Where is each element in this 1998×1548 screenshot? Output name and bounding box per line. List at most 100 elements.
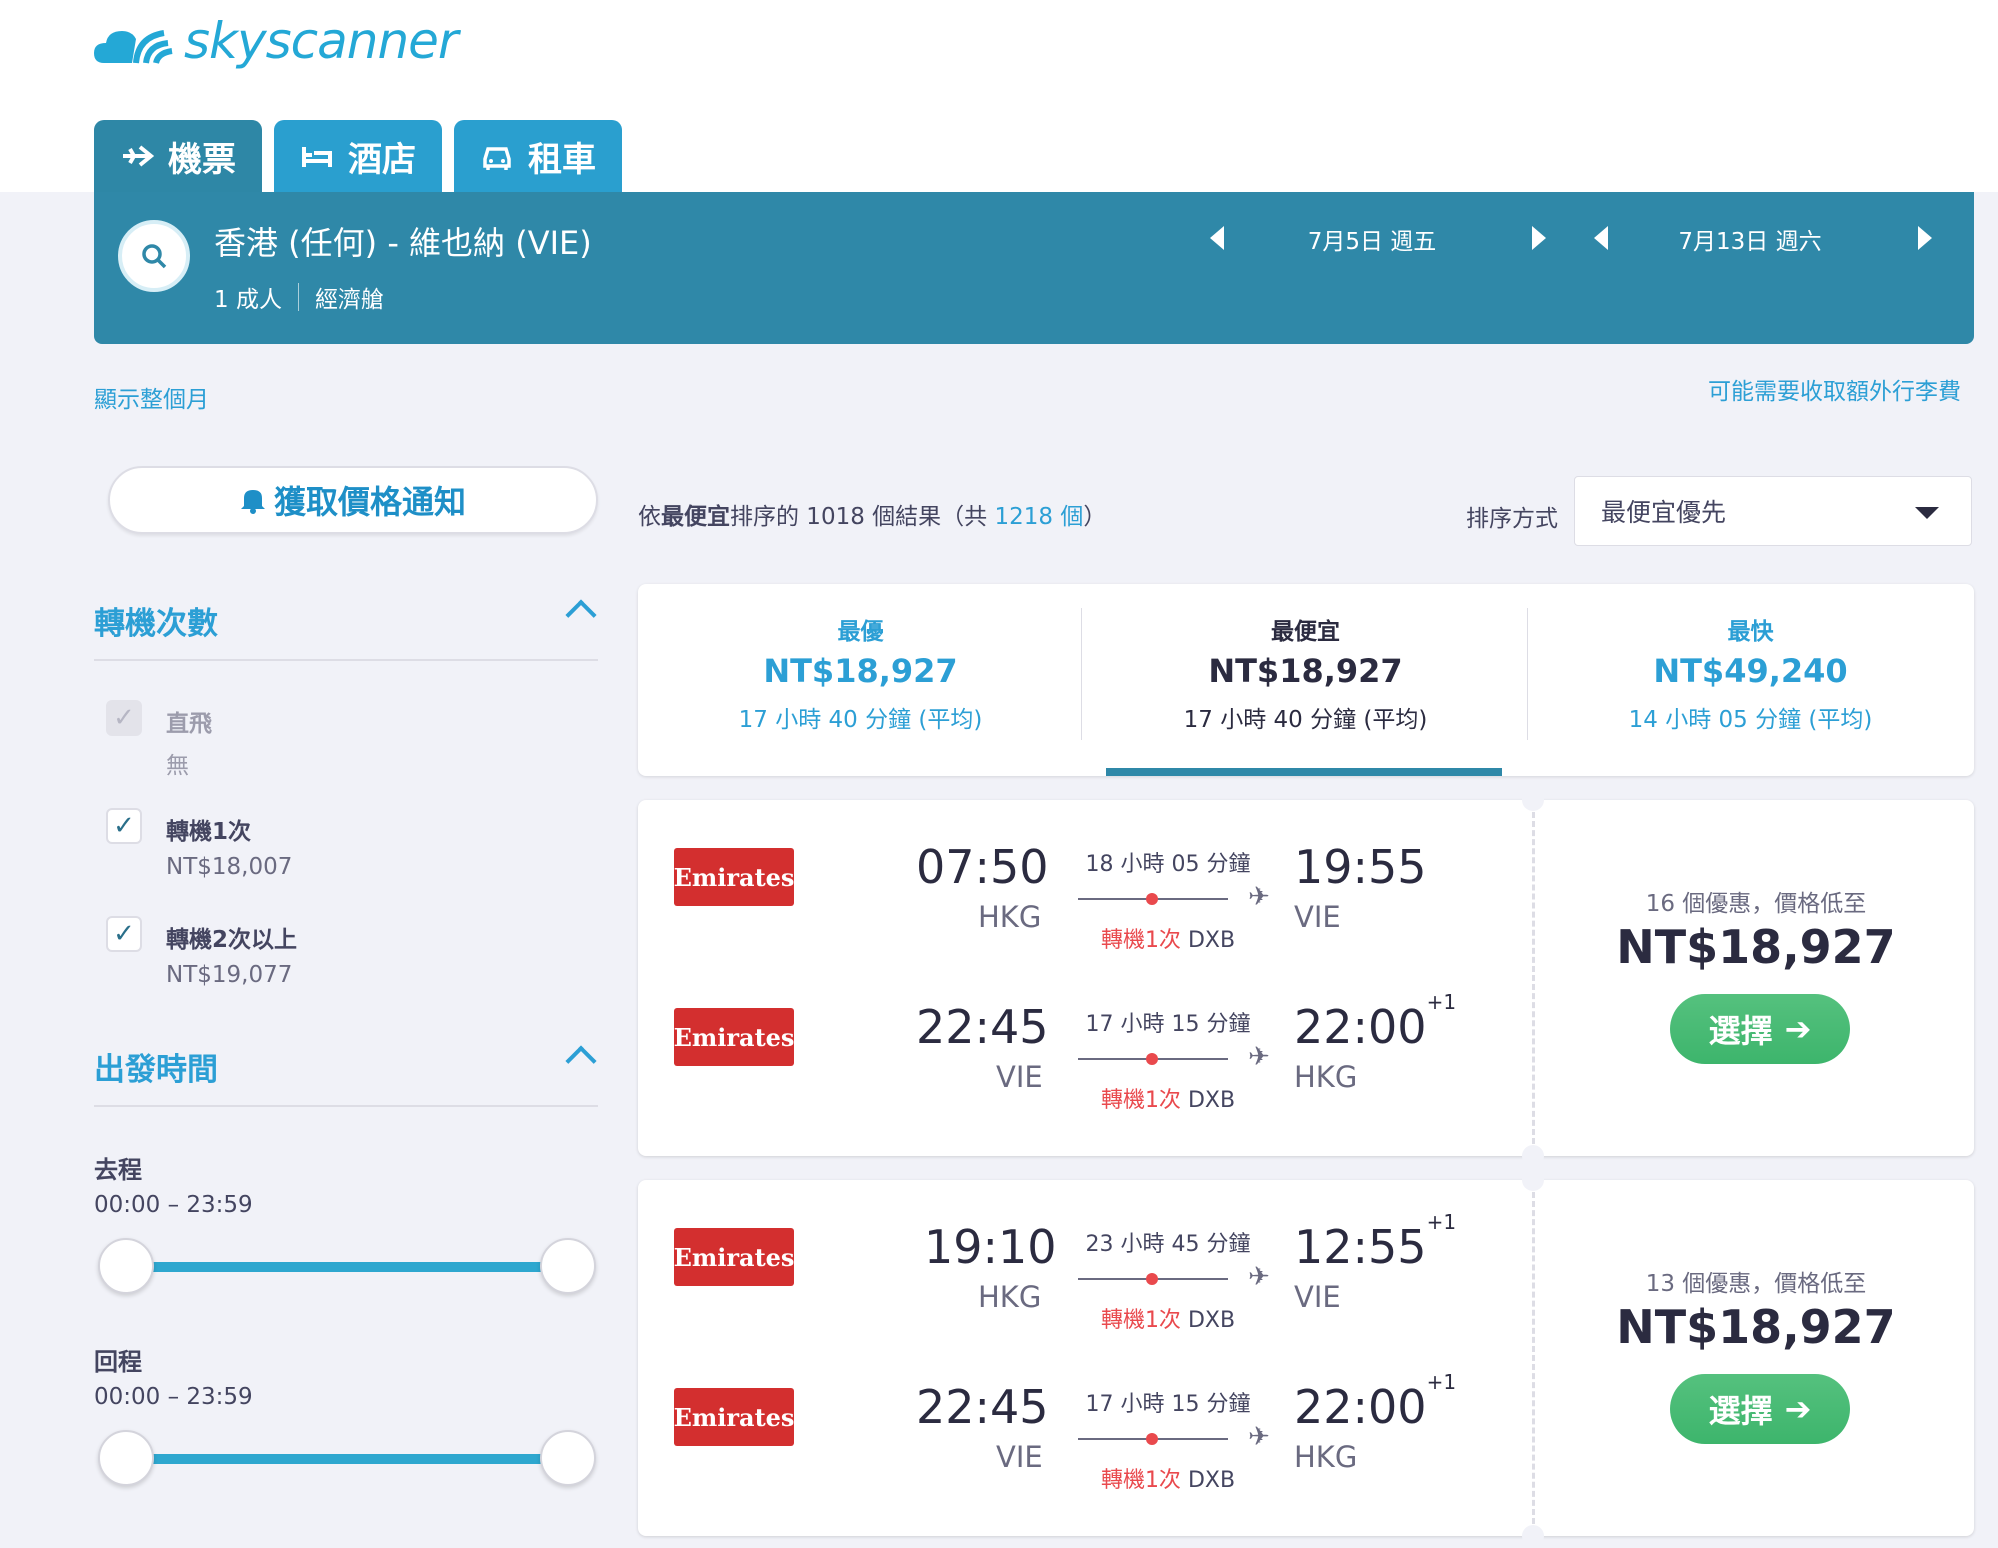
select-button[interactable]: 選擇 ➔ — [1670, 1374, 1850, 1444]
price-alert-button[interactable]: 獲取價格通知 — [108, 466, 598, 534]
itinerary-card[interactable]: Emirates 19:10 HKG 23 小時 45 分鐘 ✈ 轉機1次 DX… — [638, 1169, 1974, 1547]
departure-airport: HKG — [978, 1280, 1042, 1314]
search-summary-bar: 香港 (任何) - 維也納 (VIE) 1 成人 經濟艙 7月5日 週五 7月1… — [94, 192, 1974, 344]
flight-duration: 17 小時 15 分鐘 — [1085, 1392, 1251, 1417]
airline-logo: Emirates — [674, 1388, 794, 1446]
car-icon — [483, 147, 511, 170]
two-plus-stops-label: 轉機2次以上 — [166, 927, 298, 953]
stops-filter-header[interactable]: 轉機次數 — [94, 598, 598, 661]
depart-date[interactable]: 7月5日 週五 — [1272, 222, 1472, 256]
sort-select[interactable]: 最便宜優先 — [1574, 476, 1972, 546]
direct-label: 直飛 — [166, 711, 212, 737]
outbound-slider-track[interactable] — [124, 1262, 568, 1272]
summary-tab-fastest[interactable]: 最快 NT$49,240 14 小時 05 分鐘 (平均) — [1528, 584, 1973, 776]
tab-hotels[interactable]: 酒店 — [274, 120, 442, 192]
tab-label: 租車 — [528, 139, 596, 180]
return-date[interactable]: 7月13日 週六 — [1650, 222, 1850, 256]
passenger-cabin[interactable]: 1 成人 經濟艙 — [214, 280, 384, 314]
summary-tab-best[interactable]: 最優 NT$18,927 17 小時 40 分鐘 (平均) — [638, 584, 1083, 776]
departure-time-filter-title: 出發時間 — [94, 1052, 218, 1088]
next-depart-date-button[interactable] — [1532, 226, 1546, 250]
chevron-up-icon — [565, 599, 597, 631]
arrow-right-icon: ➔ — [1784, 1390, 1812, 1428]
arrival-time: 12:55+1 — [1294, 1210, 1456, 1274]
outbound-slider-min-handle[interactable] — [98, 1238, 154, 1294]
baggage-fee-link[interactable]: 可能需要收取額外行李費 — [1708, 372, 1961, 406]
arrival-airport: HKG — [1294, 1060, 1358, 1094]
one-stop-checkbox[interactable]: ✓ — [106, 808, 142, 844]
route-title[interactable]: 香港 (任何) - 維也納 (VIE) — [214, 218, 592, 264]
itinerary-price: NT$18,927 — [1616, 920, 1896, 974]
plane-icon: ✈ — [1248, 1422, 1270, 1452]
stops-info: 轉機1次 DXB — [1078, 1302, 1258, 1334]
route-line — [1078, 1053, 1228, 1065]
route-line — [1078, 1433, 1228, 1445]
results-count: 依最便宜排序的 1018 個結果（共 1218 個） — [638, 497, 1106, 531]
one-stop-price: NT$18,007 — [166, 854, 293, 880]
stop-dot — [1146, 1053, 1158, 1065]
cloud-sun-icon — [94, 30, 173, 64]
departure-airport: VIE — [996, 1440, 1043, 1474]
flight-duration: 23 小時 45 分鐘 — [1085, 1232, 1251, 1257]
summary-price: NT$18,927 — [1208, 652, 1403, 690]
brand-name: skyscanner — [184, 12, 458, 70]
divider — [1532, 1192, 1535, 1524]
select-label: 選擇 — [1708, 1012, 1773, 1050]
summary-duration: 17 小時 40 分鐘 (平均) — [738, 707, 983, 733]
stops-info: 轉機1次 DXB — [1078, 1462, 1258, 1494]
results-sort-name: 最便宜 — [661, 504, 730, 530]
edit-search-button[interactable] — [118, 220, 190, 292]
return-slider-min-handle[interactable] — [98, 1430, 154, 1486]
tab-car-hire[interactable]: 租車 — [454, 120, 622, 192]
summary-duration: 17 小時 40 分鐘 (平均) — [1183, 707, 1428, 733]
next-return-date-button[interactable] — [1918, 226, 1932, 250]
arrival-time-value: 12:55 — [1294, 1220, 1427, 1274]
itinerary-card[interactable]: Emirates 07:50 HKG 18 小時 05 分鐘 ✈ 轉機1次 DX… — [638, 789, 1974, 1167]
bed-icon — [302, 147, 332, 167]
plane-icon: ✈ — [1248, 1262, 1270, 1292]
airline-logo: Emirates — [674, 848, 794, 906]
checkmark-icon: ✓ — [113, 703, 135, 733]
prev-depart-date-button[interactable] — [1210, 226, 1224, 250]
return-slider-max-handle[interactable] — [540, 1430, 596, 1486]
plane-icon — [123, 145, 154, 167]
return-slider-track[interactable] — [124, 1454, 568, 1464]
skyscanner-logo[interactable]: skyscanner — [92, 12, 458, 70]
stop-count: 轉機1次 — [1100, 928, 1181, 953]
departure-airport: HKG — [978, 900, 1042, 934]
select-button[interactable]: 選擇 ➔ — [1670, 994, 1850, 1064]
day-offset: +1 — [1426, 1369, 1457, 1394]
prev-return-date-button[interactable] — [1594, 226, 1608, 250]
airline-logo: Emirates — [674, 1008, 794, 1066]
two-plus-stops-checkbox[interactable]: ✓ — [106, 916, 142, 952]
stop-dot — [1146, 1433, 1158, 1445]
tab-label: 酒店 — [348, 139, 416, 180]
tab-flights[interactable]: 機票 — [94, 120, 262, 192]
flight-duration: 17 小時 15 分鐘 — [1085, 1012, 1251, 1037]
show-whole-month-link[interactable]: 顯示整個月 — [94, 380, 209, 414]
direct-checkbox[interactable]: ✓ — [106, 700, 142, 736]
outbound-time-range: 00:00 – 23:59 — [94, 1192, 253, 1218]
departure-time-filter-header[interactable]: 出發時間 — [94, 1044, 598, 1107]
return-time-range: 00:00 – 23:59 — [94, 1384, 253, 1410]
deal-count: 16 個優惠，價格低至 — [1645, 891, 1867, 917]
summary-title: 最快 — [1727, 619, 1774, 645]
summary-tab-cheapest[interactable]: 最便宜 NT$18,927 17 小時 40 分鐘 (平均) — [1083, 584, 1528, 776]
departure-time: 22:45 — [916, 1380, 1049, 1434]
outbound-slider-max-handle[interactable] — [540, 1238, 596, 1294]
bell-icon — [240, 490, 265, 514]
checkmark-icon: ✓ — [113, 811, 135, 841]
select-label: 選擇 — [1708, 1392, 1773, 1430]
arrival-airport: VIE — [1294, 1280, 1341, 1314]
stops-info: 轉機1次 DXB — [1078, 922, 1258, 954]
stop-dot — [1146, 893, 1158, 905]
stop-count: 轉機1次 — [1100, 1308, 1181, 1333]
results-total[interactable]: 1218 個 — [994, 504, 1083, 530]
arrow-right-icon: ➔ — [1784, 1010, 1812, 1048]
departure-time: 19:10 — [924, 1220, 1057, 1274]
flight-duration: 18 小時 05 分鐘 — [1085, 852, 1251, 877]
airline-logo: Emirates — [674, 1228, 794, 1286]
stop-count: 轉機1次 — [1100, 1468, 1181, 1493]
summary-title: 最便宜 — [1271, 619, 1340, 645]
results-suffix: ） — [1083, 504, 1107, 530]
